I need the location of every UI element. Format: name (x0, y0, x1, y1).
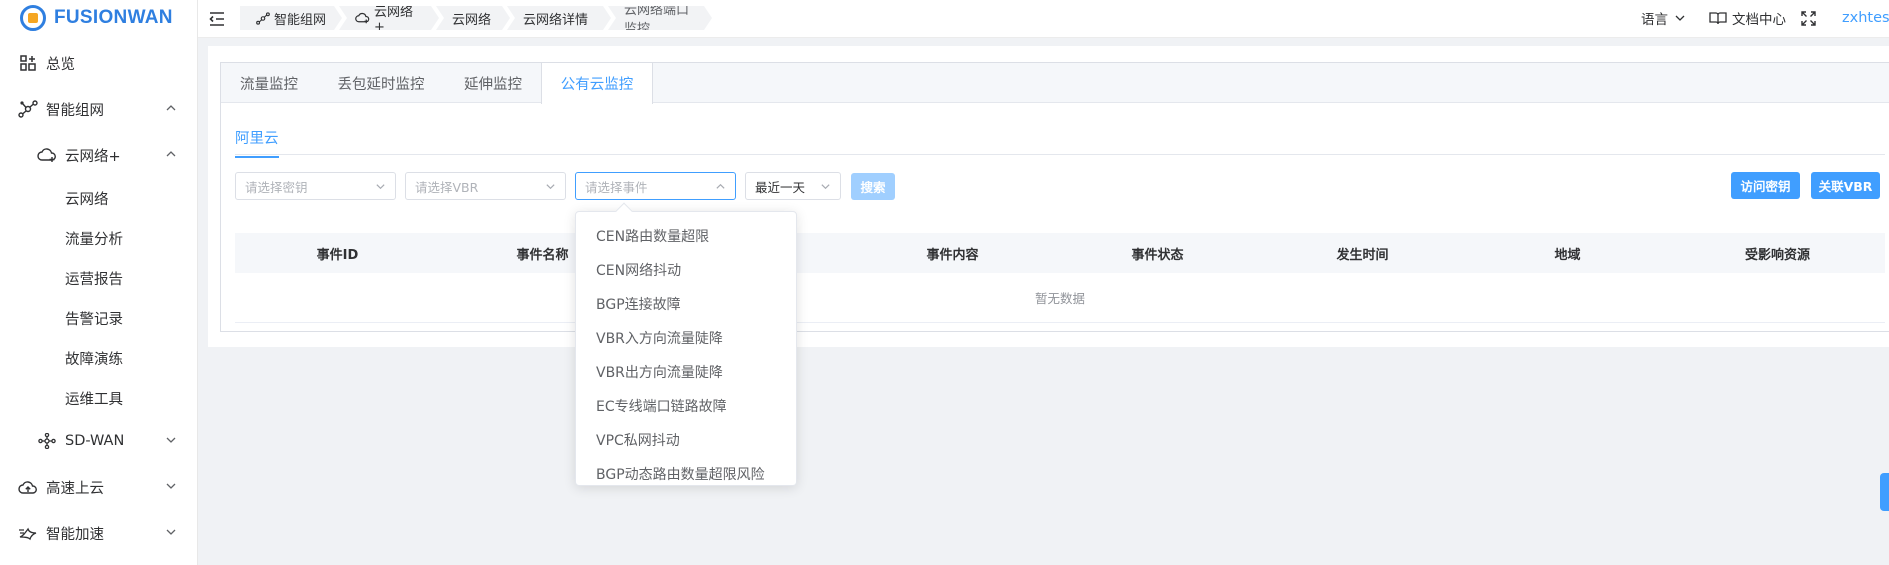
language-selector[interactable]: 语言 (1641, 0, 1686, 36)
chevron-down-icon (546, 184, 555, 190)
fullscreen-icon[interactable] (1801, 11, 1816, 26)
link-vbr-button[interactable]: 关联VBR (1811, 172, 1880, 199)
tab-public-cloud-monitor[interactable]: 公有云监控 (541, 63, 653, 104)
docs-center-link[interactable]: 文档中心 (1709, 0, 1786, 36)
breadcrumb-item[interactable]: 智能组网 (240, 6, 342, 30)
sidebar-item-overview[interactable]: 总览 (0, 45, 198, 81)
vbr-select-placeholder: 请选择VBR (415, 179, 479, 195)
language-label: 语言 (1641, 12, 1668, 28)
tab-extension-monitor[interactable]: 延伸监控 (445, 63, 541, 103)
cloud-network-icon (37, 145, 57, 165)
breadcrumb-label: 云网络 (452, 12, 492, 28)
table-header: 事件ID 事件名称 事件内容 事件状态 发生时间 地域 受影响资源 (235, 233, 1885, 273)
sidebar-subitem-traffic-analysis[interactable]: 流量分析 (65, 223, 123, 253)
collapse-menu-icon[interactable] (208, 10, 226, 28)
chevron-up-icon (166, 151, 176, 157)
sidebar-item-label: 云网络+ (65, 148, 121, 165)
sidebar-subitem-cloud-network[interactable]: 云网络 (65, 183, 109, 213)
time-range-select[interactable]: 最近一天 (745, 172, 841, 200)
sidebar-item-label: 智能组网 (46, 102, 104, 119)
chevron-up-icon (166, 105, 176, 111)
vbr-select[interactable]: 请选择VBR (405, 172, 566, 200)
divider (235, 154, 1885, 155)
tab-traffic-monitor[interactable]: 流量监控 (221, 63, 317, 103)
dashboard-icon (18, 53, 38, 73)
sidebar: FUSIONWAN 总览 智能组网 云网络+ 云网络 流量分析 运营报告 告警记… (0, 0, 198, 565)
sidebar-subitem-operations-report[interactable]: 运营报告 (65, 263, 123, 293)
column-header: 发生时间 (1336, 247, 1389, 263)
time-range-value: 最近一天 (755, 179, 806, 195)
tab-loss-latency-monitor[interactable]: 丢包延时监控 (317, 63, 445, 103)
column-header: 地域 (1554, 247, 1581, 263)
chevron-down-icon (166, 483, 176, 489)
chevron-up-icon (716, 183, 725, 189)
chevron-down-icon (166, 529, 176, 535)
search-button[interactable]: 搜索 (851, 173, 895, 200)
chevron-down-icon (166, 437, 176, 443)
book-icon (1709, 12, 1727, 25)
cloud-upload-icon (18, 477, 38, 497)
sidebar-subitem-ops-tools[interactable]: 运维工具 (65, 383, 123, 413)
empty-state: 暂无数据 (235, 273, 1885, 323)
event-option[interactable]: VBR入方向流量陡降 (576, 321, 796, 355)
tab-bar: 流量监控 丢包延时监控 延伸监控 公有云监控 (221, 63, 1889, 104)
column-header: 事件内容 (926, 247, 979, 263)
access-key-button[interactable]: 访问密钥 (1731, 172, 1800, 199)
sidebar-item-label: 高速上云 (46, 480, 104, 497)
sidebar-item-label: 总览 (46, 56, 75, 73)
breadcrumb-current: 云网络端口监控 (608, 6, 712, 30)
docs-center-label: 文档中心 (1732, 12, 1786, 28)
event-option[interactable]: BGP连接故障 (576, 287, 796, 321)
chevron-down-icon (1675, 15, 1685, 21)
logo-icon (20, 5, 46, 31)
sidebar-item-smart-network[interactable]: 智能组网 (0, 91, 198, 127)
sidebar-subitem-fault-drill[interactable]: 故障演练 (65, 343, 123, 373)
cloud-network-icon (355, 12, 370, 24)
event-select[interactable]: 请选择事件 (575, 172, 736, 200)
accelerate-icon (18, 523, 38, 543)
event-option[interactable]: CEN路由数量超限 (576, 219, 796, 253)
logo[interactable]: FUSIONWAN (0, 0, 197, 36)
chevron-down-icon (376, 184, 385, 190)
breadcrumb-label: 云网络详情 (523, 12, 589, 28)
sidebar-subitem-alarm-records[interactable]: 告警记录 (65, 303, 123, 333)
sidebar-item-smart-accelerate[interactable]: 智能加速 (0, 515, 198, 551)
key-select-placeholder: 请选择密钥 (245, 179, 308, 195)
main-content: 流量监控 丢包延时监控 延伸监控 公有云监控 阿里云 请选择密钥 请选择VBR … (208, 46, 1889, 347)
sidebar-item-fast-cloud[interactable]: 高速上云 (0, 469, 198, 505)
brand-name: FUSIONWAN (54, 7, 173, 28)
column-header: 事件状态 (1131, 247, 1184, 263)
column-header: 受影响资源 (1744, 247, 1810, 263)
monitor-panel: 流量监控 丢包延时监控 延伸监控 公有云监控 阿里云 请选择密钥 请选择VBR … (220, 62, 1889, 332)
breadcrumb-item[interactable]: 云网络 (436, 6, 510, 30)
breadcrumb-item[interactable]: 云网络+ (339, 6, 439, 30)
event-option[interactable]: VBR出方向流量陡降 (576, 355, 796, 389)
event-select-placeholder: 请选择事件 (585, 179, 648, 195)
event-option[interactable]: BGP动态路由数量超限风险 (576, 457, 796, 491)
breadcrumb-item[interactable]: 云网络详情 (507, 6, 611, 30)
side-drawer-handle[interactable] (1880, 473, 1889, 511)
sidebar-item-sd-wan[interactable]: SD-WAN (0, 423, 198, 459)
key-select[interactable]: 请选择密钥 (235, 172, 396, 200)
chevron-down-icon (821, 184, 830, 190)
column-header: 事件ID (316, 247, 359, 263)
breadcrumb-label: 云网络+ (374, 5, 414, 35)
breadcrumb-label: 智能组网 (274, 12, 327, 28)
event-option[interactable]: CEN网络抖动 (576, 253, 796, 287)
network-icon (256, 12, 270, 25)
breadcrumb-label: 云网络端口监控 (624, 3, 690, 37)
event-option[interactable]: EC专线端口链路故障 (576, 389, 796, 423)
topbar: 智能组网 云网络+ 云网络 云网络详情 云网络端口监控 语言 文档中心 zxht… (198, 0, 1889, 38)
sidebar-item-label: 智能加速 (46, 526, 104, 543)
event-option[interactable]: VPC私网抖动 (576, 423, 796, 457)
sidebar-item-label: SD-WAN (65, 433, 125, 449)
user-name[interactable]: zxhtest (1842, 0, 1889, 36)
sidebar-item-cloud-network-plus[interactable]: 云网络+ (0, 137, 198, 173)
sdwan-icon (37, 431, 57, 451)
network-icon (18, 99, 38, 119)
event-dropdown: CEN路由数量超限 CEN网络抖动 BGP连接故障 VBR入方向流量陡降 VBR… (575, 202, 797, 486)
